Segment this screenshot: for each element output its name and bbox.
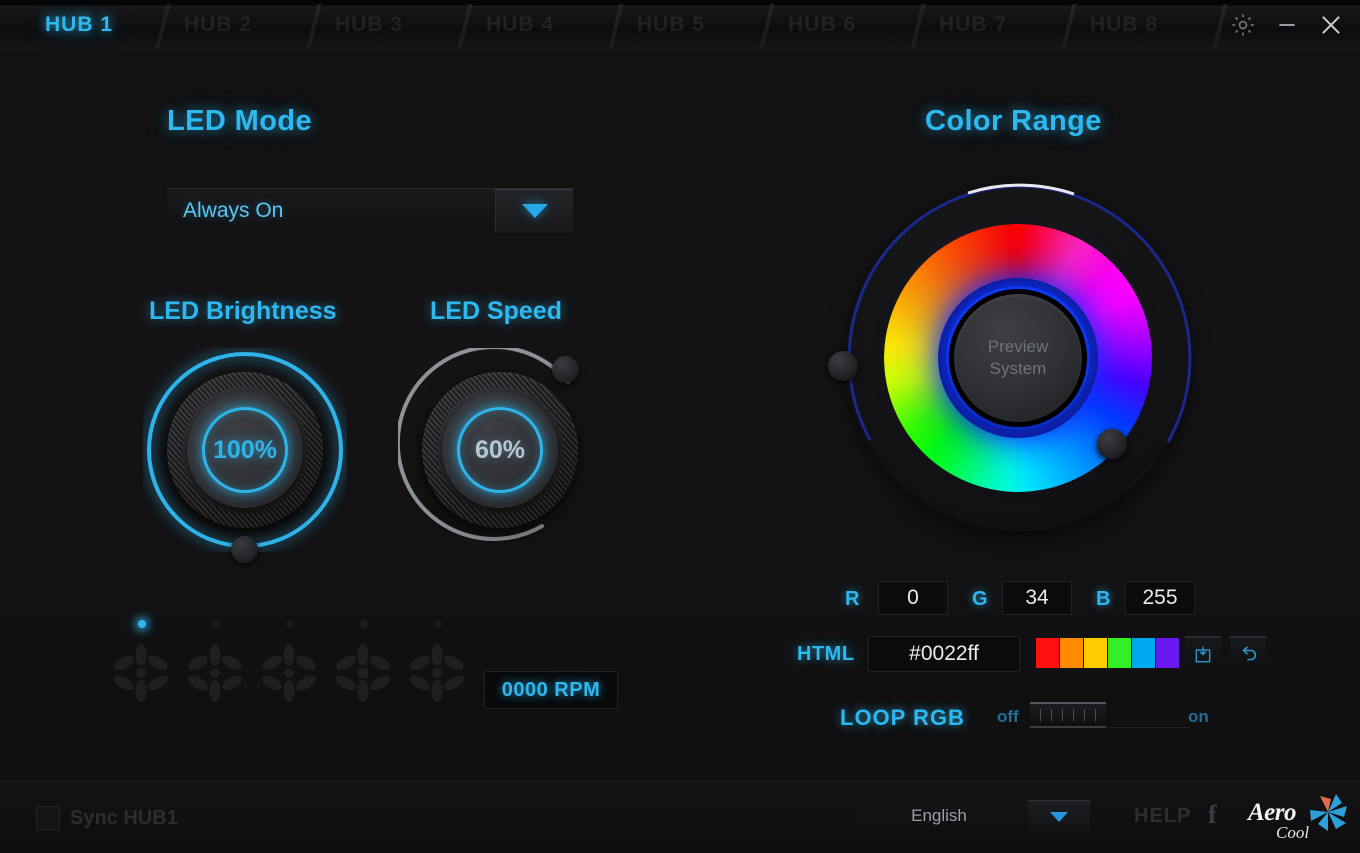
fan-icon (114, 644, 168, 702)
swatch-blue[interactable] (1132, 638, 1155, 668)
b-input[interactable]: 255 (1125, 581, 1195, 615)
grip-line (1084, 709, 1085, 721)
gear-icon[interactable] (1226, 8, 1260, 42)
grip-line (1040, 709, 1041, 721)
language-value: English (911, 806, 967, 825)
grip-line (1062, 709, 1063, 721)
speed-knob-handle[interactable] (552, 356, 579, 383)
grip-line (1073, 709, 1074, 721)
aerocool-hub-app: HUB 1 HUB 2 HUB 3 HUB 4 HUB 5 HUB 6 HUB … (0, 0, 1360, 853)
color-swatch-palette (1036, 638, 1180, 668)
grip-line (1051, 709, 1052, 721)
r-label: R (845, 588, 860, 610)
led-mode-selected-value: Always On (183, 198, 284, 222)
tab-hub-7[interactable]: HUB 7 (918, 6, 1028, 44)
led-brightness-label: LED Brightness (149, 297, 337, 325)
r-input[interactable]: 0 (878, 581, 948, 615)
html-color-input[interactable]: #0022ff (868, 636, 1020, 672)
tab-hub-5[interactable]: HUB 5 (616, 6, 726, 44)
tab-label: HUB 1 (44, 13, 113, 36)
tab-hub-8[interactable]: HUB 8 (1069, 6, 1179, 44)
fan-led-dot (360, 620, 368, 628)
facebook-icon[interactable]: f (1208, 800, 1217, 830)
led-mode-dropdown[interactable]: Always On (167, 188, 573, 233)
tab-label: HUB 6 (787, 13, 856, 36)
fan-led-dot (286, 620, 294, 628)
led-speed-knob[interactable]: 60% (398, 348, 600, 550)
fan-led-dot (138, 620, 146, 628)
preview-line-1: Preview (987, 337, 1049, 356)
tab-label: HUB 3 (334, 13, 403, 36)
led-mode-heading: LED Mode (167, 105, 312, 137)
help-link[interactable]: HELP (1134, 805, 1191, 828)
tab-hub-3[interactable]: HUB 3 (314, 6, 424, 44)
loop-off-label[interactable]: off (997, 707, 1019, 727)
grip-line (1095, 709, 1096, 721)
tab-hub-2[interactable]: HUB 2 (163, 6, 273, 44)
color-wheel-handle-start[interactable] (828, 351, 858, 381)
html-label: HTML (797, 643, 855, 665)
fan-icon (188, 644, 242, 702)
color-wheel-handle-end[interactable] (1097, 429, 1127, 459)
close-icon[interactable] (1314, 8, 1348, 42)
brand-fan-icon (1310, 794, 1347, 831)
preview-line-2: System (989, 359, 1047, 378)
tab-label: HUB 8 (1089, 13, 1158, 36)
language-dropdown-button[interactable] (1028, 800, 1090, 832)
save-icon[interactable] (1185, 636, 1221, 672)
brightness-knob-handle[interactable] (231, 536, 258, 563)
loop-on-label[interactable]: on (1188, 707, 1209, 727)
chevron-down-icon (521, 204, 548, 218)
fan-icon (262, 644, 316, 702)
tab-hub-4[interactable]: HUB 4 (465, 6, 575, 44)
tab-hub-6[interactable]: HUB 6 (767, 6, 877, 44)
color-range-heading: Color Range (925, 105, 1102, 137)
undo-icon[interactable] (1230, 636, 1266, 672)
swatch-red[interactable] (1036, 638, 1059, 668)
led-speed-label: LED Speed (430, 297, 562, 325)
brand-name-bottom: Cool (1276, 823, 1310, 842)
rpm-display: 0000 RPM (484, 671, 618, 709)
title-bar: HUB 1 HUB 2 HUB 3 HUB 4 HUB 5 HUB 6 HUB … (0, 0, 1360, 50)
swatch-purple[interactable] (1156, 638, 1179, 668)
led-brightness-knob[interactable]: 100% (145, 350, 345, 563)
b-label: B (1096, 588, 1111, 610)
fan-icon (410, 644, 464, 702)
g-input[interactable]: 34 (1002, 581, 1072, 615)
g-label: G (972, 588, 988, 610)
fan-led-dot (434, 620, 442, 628)
language-dropdown[interactable]: English (850, 800, 1090, 832)
loop-rgb-label: LOOP RGB (840, 705, 965, 730)
sync-hub-label: Sync HUB1 (70, 807, 178, 829)
tab-label: HUB 2 (183, 13, 252, 36)
chevron-down-icon (1050, 811, 1068, 822)
tab-label: HUB 7 (938, 13, 1007, 36)
tab-hub-1[interactable]: HUB 1 (24, 6, 134, 44)
color-wheel[interactable]: Preview System (828, 178, 1198, 538)
fan-icon (336, 644, 390, 702)
tab-label: HUB 5 (636, 13, 705, 36)
brightness-value: 100% (213, 435, 277, 464)
led-mode-dropdown-button[interactable] (495, 188, 573, 233)
swatch-orange[interactable] (1060, 638, 1083, 668)
minimize-icon[interactable] (1270, 8, 1304, 42)
swatch-green[interactable] (1108, 638, 1131, 668)
aerocool-logo: Aero Cool (1248, 794, 1348, 847)
sync-hub-checkbox[interactable] (36, 806, 60, 830)
loop-rgb-slider-handle[interactable] (1030, 702, 1106, 728)
tab-label: HUB 4 (485, 13, 554, 36)
fan-led-dot (212, 620, 220, 628)
swatch-yellow[interactable] (1084, 638, 1107, 668)
preview-system-button[interactable]: Preview System (954, 294, 1082, 422)
